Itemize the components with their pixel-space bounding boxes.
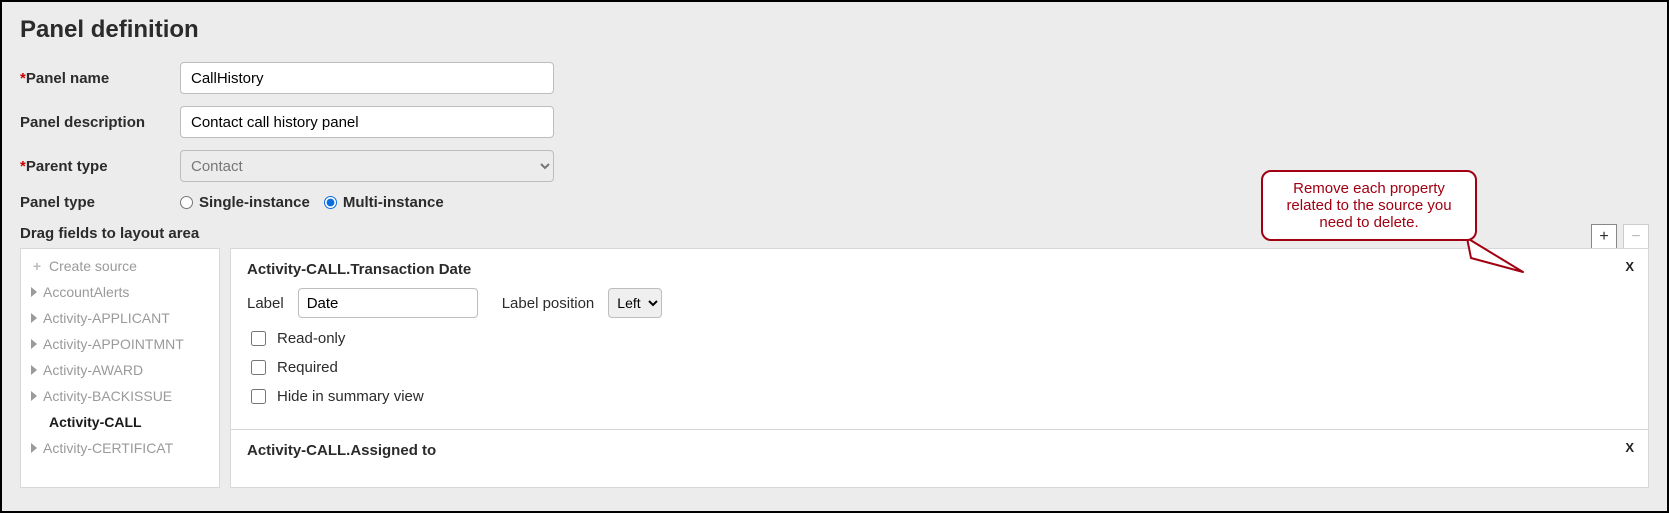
remove-property-button[interactable]: X	[1625, 259, 1634, 274]
sidebar-create-source[interactable]: + Create source	[25, 253, 215, 279]
label-position-label: Label position	[502, 295, 595, 312]
hide-summary-label: Hide in summary view	[277, 388, 424, 405]
sidebar-item-call[interactable]: Activity-CALL	[25, 409, 215, 435]
page-title: Panel definition	[20, 16, 1649, 44]
plus-icon: +	[1599, 229, 1608, 245]
radio-multi-input[interactable]	[324, 196, 337, 209]
readonly-checkbox[interactable]	[251, 331, 266, 346]
panel-desc-input[interactable]	[180, 106, 554, 138]
chevron-right-icon	[31, 287, 37, 297]
annotation-callout: Remove each property related to the sour…	[1261, 170, 1477, 241]
sidebar-item-backissue[interactable]: Activity-BACKISSUE	[25, 383, 215, 409]
label-input[interactable]	[298, 288, 478, 318]
parent-type-select[interactable]: Contact	[180, 150, 554, 182]
readonly-label: Read-only	[277, 330, 345, 347]
label-panel-desc: Panel description	[20, 114, 180, 131]
label-panel-name: *Panel name	[20, 70, 180, 87]
sidebar-item-certificat[interactable]: Activity-CERTIFICAT	[25, 435, 215, 461]
source-sidebar[interactable]: + Create source AccountAlerts Activity-A…	[20, 248, 220, 488]
panel-definition-screen: Panel definition *Panel name Panel descr…	[0, 0, 1669, 513]
sidebar-list: + Create source AccountAlerts Activity-A…	[21, 249, 219, 465]
required-label: Required	[277, 359, 338, 376]
remove-property-button[interactable]: X	[1625, 440, 1634, 455]
layout-area: + Create source AccountAlerts Activity-A…	[20, 248, 1649, 488]
label-label: Label	[247, 295, 284, 312]
sidebar-item-award[interactable]: Activity-AWARD	[25, 357, 215, 383]
add-button[interactable]: +	[1591, 224, 1617, 250]
label-position-select[interactable]: Left	[608, 288, 662, 318]
panel-name-input[interactable]	[180, 62, 554, 94]
row-panel-name: *Panel name	[20, 62, 1649, 94]
minus-icon: −	[1631, 229, 1640, 245]
required-row: Required	[247, 357, 1632, 378]
hide-summary-checkbox[interactable]	[251, 389, 266, 404]
chevron-right-icon	[31, 443, 37, 453]
chevron-right-icon	[31, 313, 37, 323]
radio-single-instance[interactable]: Single-instance	[180, 194, 310, 211]
property-block-transaction-date: Activity-CALL.Transaction Date X Label L…	[231, 249, 1648, 430]
property-title: Activity-CALL.Assigned to	[247, 442, 1632, 459]
radio-multi-instance[interactable]: Multi-instance	[324, 194, 444, 211]
readonly-row: Read-only	[247, 328, 1632, 349]
required-checkbox[interactable]	[251, 360, 266, 375]
chevron-right-icon	[31, 339, 37, 349]
chevron-right-icon	[31, 365, 37, 375]
layout-toolbar: + −	[1591, 224, 1649, 250]
property-title: Activity-CALL.Transaction Date	[247, 261, 1632, 278]
property-block-assigned-to: Activity-CALL.Assigned to X	[231, 430, 1648, 483]
hide-summary-row: Hide in summary view	[247, 386, 1632, 407]
label-parent-type: *Parent type	[20, 158, 180, 175]
remove-button: −	[1623, 224, 1649, 250]
plus-icon: +	[31, 258, 43, 274]
property-layout-area[interactable]: Activity-CALL.Transaction Date X Label L…	[230, 248, 1649, 488]
sidebar-item-applicant[interactable]: Activity-APPLICANT	[25, 305, 215, 331]
panel-type-radio-group: Single-instance Multi-instance	[180, 194, 444, 211]
label-panel-type: Panel type	[20, 194, 180, 211]
row-panel-desc: Panel description	[20, 106, 1649, 138]
radio-single-input[interactable]	[180, 196, 193, 209]
label-row: Label Label position Left	[247, 288, 1632, 318]
sidebar-item-appointmnt[interactable]: Activity-APPOINTMNT	[25, 331, 215, 357]
sidebar-item-accountalerts[interactable]: AccountAlerts	[25, 279, 215, 305]
chevron-right-icon	[31, 391, 37, 401]
